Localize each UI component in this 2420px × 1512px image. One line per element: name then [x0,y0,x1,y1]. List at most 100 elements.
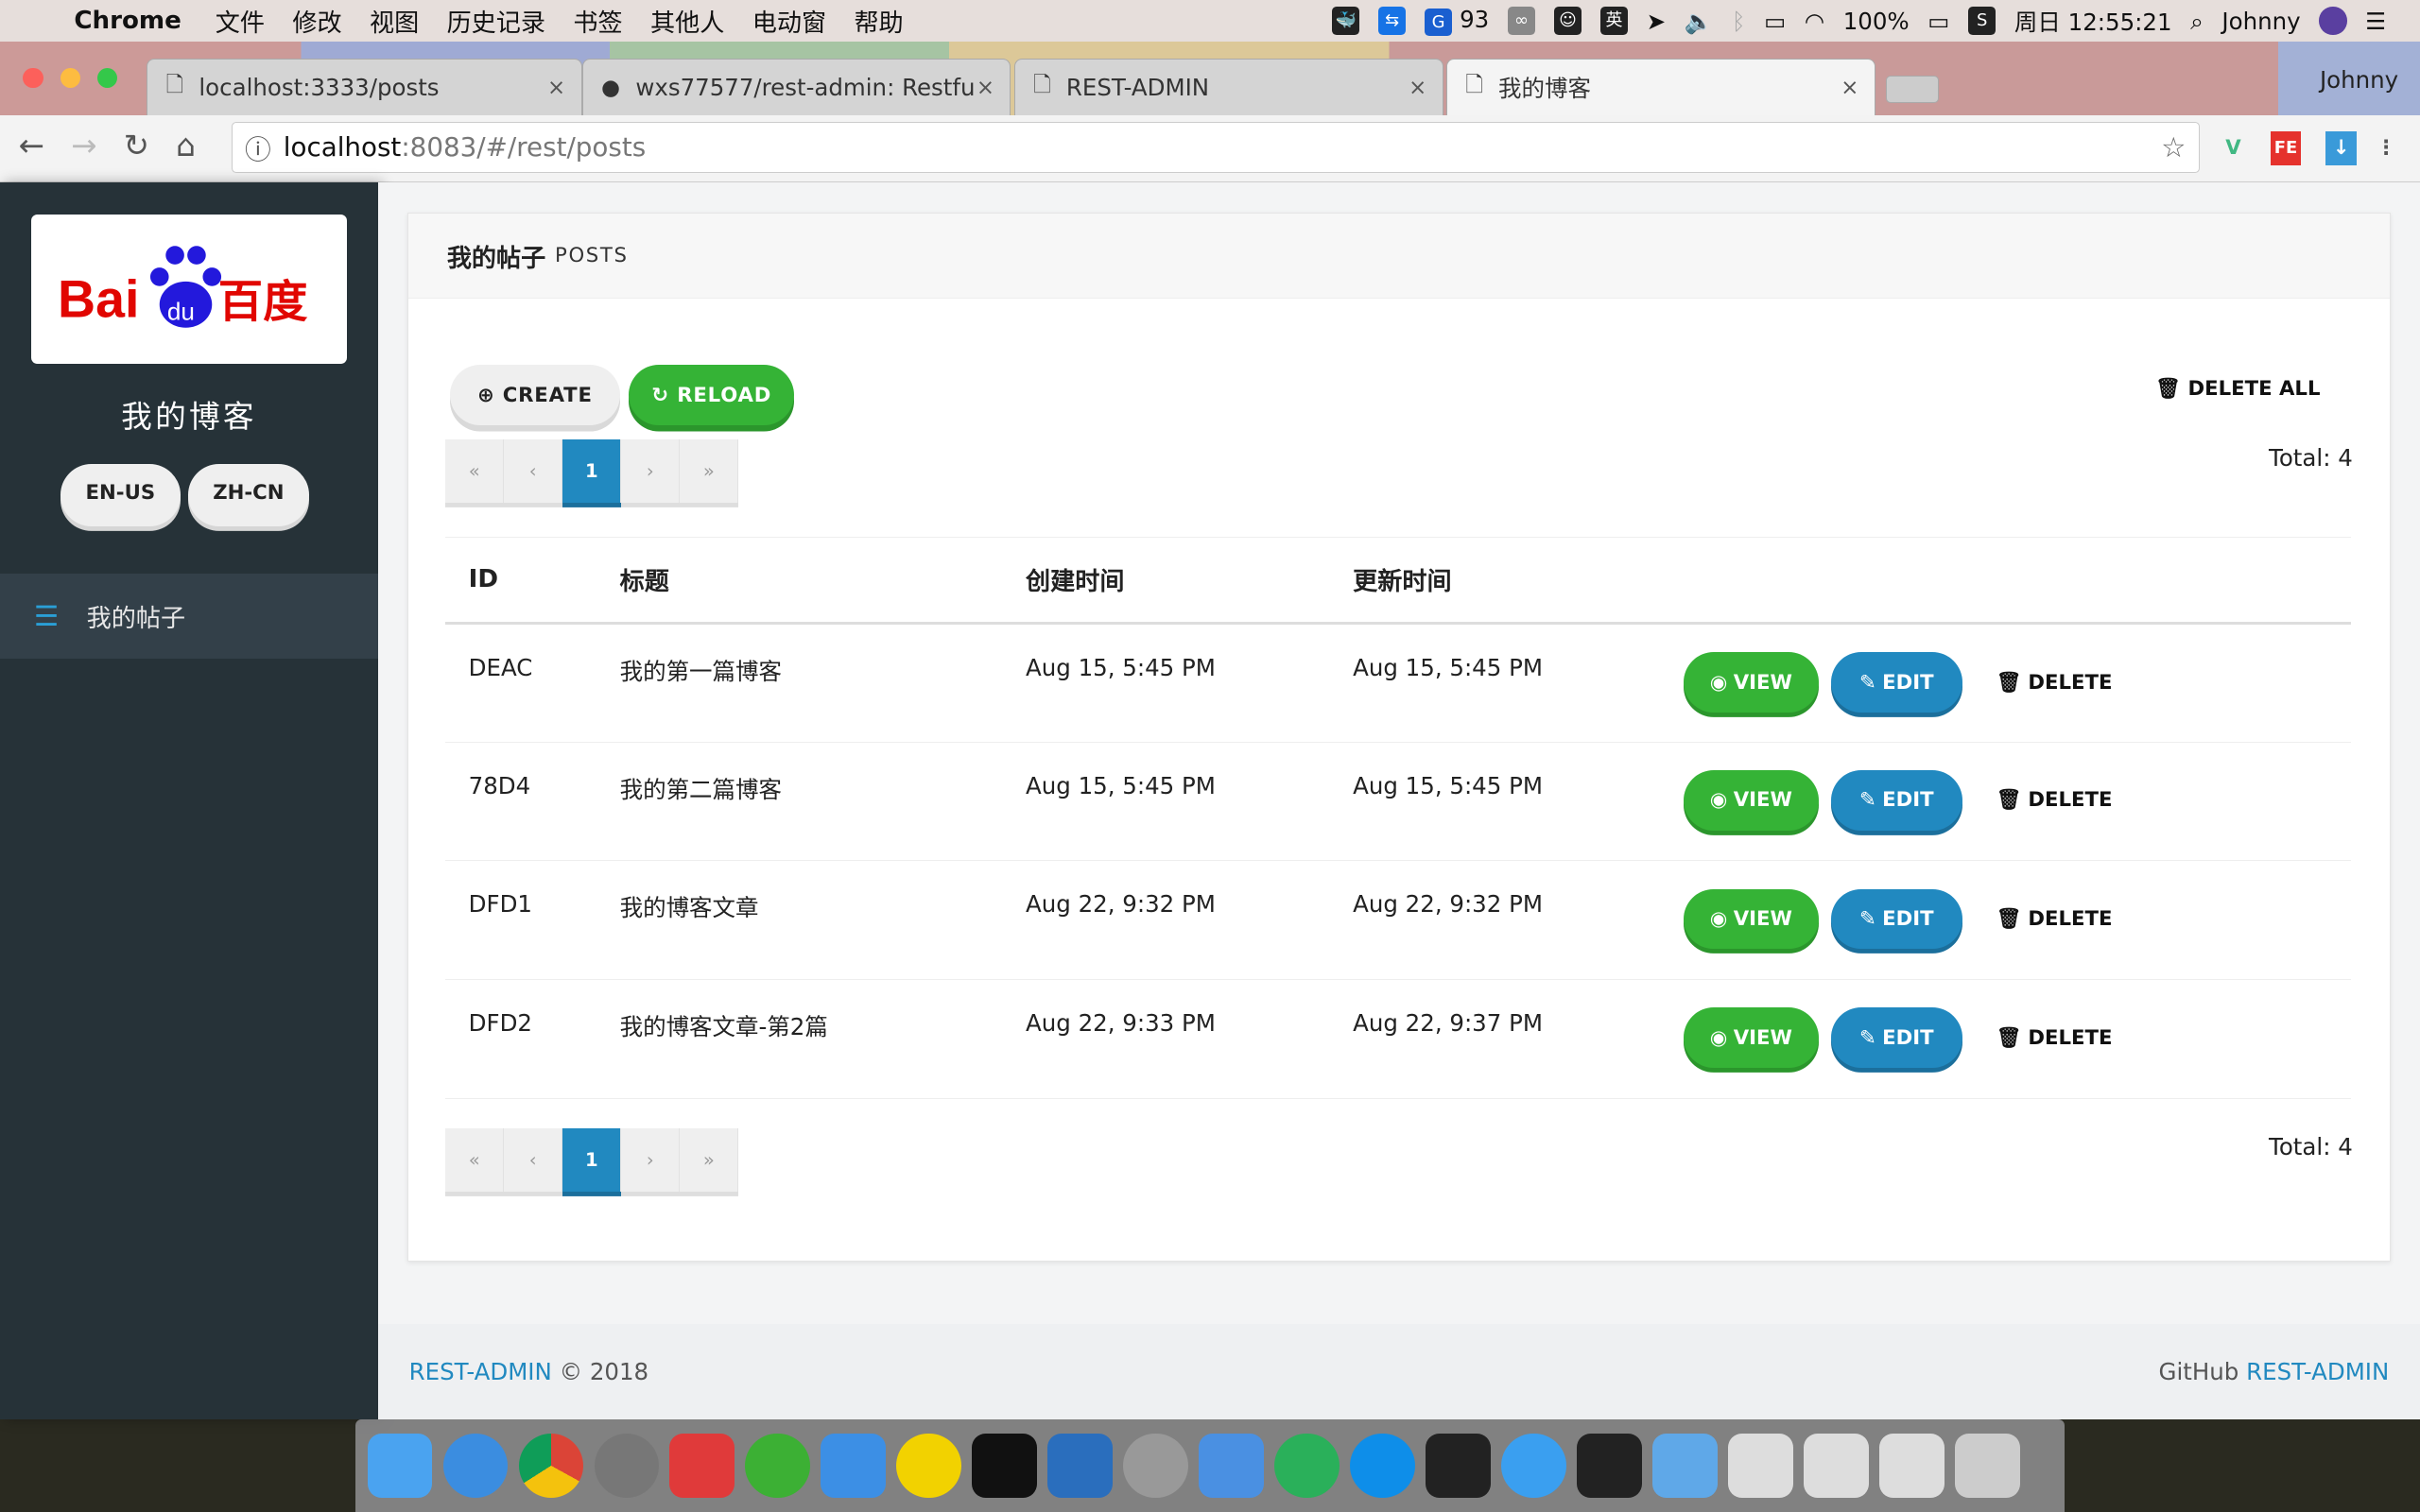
wifi-icon[interactable]: ◠ [1805,8,1824,35]
home-icon[interactable]: ⌂ [176,128,196,163]
edit-button[interactable]: ✎ EDIT [1830,770,1962,831]
view-button[interactable]: ◉ VIEW [1683,888,1820,950]
menu-item[interactable]: 历史记录 [447,3,545,39]
menu-item[interactable]: 电动窗 [752,3,826,39]
profile-button[interactable]: Johnny [2320,66,2398,94]
tab-localhost-posts[interactable]: 🗋 localhost:3333/posts × [147,59,582,116]
music-icon[interactable] [896,1433,961,1499]
view-button[interactable]: ◉ VIEW [1683,1007,1820,1069]
bookmark-star-icon[interactable]: ☆ [2161,131,2186,163]
photo-app-icon[interactable] [1123,1433,1188,1499]
delete-button[interactable]: 🗑 DELETE [1996,770,2113,831]
page-1[interactable]: 1 [562,438,622,503]
notification-center-icon[interactable]: ☰ [2365,8,2386,35]
dingtalk-icon[interactable] [1501,1433,1566,1499]
download-icon[interactable]: ↓ [2325,130,2358,165]
emoji-icon[interactable]: ☺ [1553,7,1582,35]
tab-my-blog[interactable]: 🗋 我的博客 × [1445,59,1876,116]
notification-badge[interactable]: G 93 [1424,6,1489,37]
menu-item[interactable]: 帮助 [854,3,903,39]
edit-button[interactable]: ✎ EDIT [1830,888,1962,950]
page-prev[interactable]: ‹ [504,438,563,503]
view-button[interactable]: ◉ VIEW [1683,770,1820,831]
column-header-title[interactable]: 标题 [596,536,1003,625]
folder-icon[interactable] [1652,1433,1718,1499]
wechat-icon[interactable] [745,1433,811,1499]
page-1[interactable]: 1 [562,1128,622,1193]
activity-monitor-icon[interactable] [1426,1433,1491,1499]
delete-button[interactable]: 🗑 DELETE [1996,1007,2113,1068]
address-bar[interactable]: ⓘ localhost:8083/#/rest/posts ☆ [231,121,2200,173]
close-tab-icon[interactable]: × [1409,76,1426,100]
page-first[interactable]: « [445,1128,505,1193]
page-last[interactable]: » [680,438,739,503]
maximize-window-button[interactable] [96,67,118,89]
siri-icon[interactable] [2319,7,2347,35]
teamviewer-icon[interactable]: ⇆ [1377,7,1407,35]
window-thumbnail[interactable] [1804,1433,1869,1499]
page-first[interactable]: « [445,438,505,503]
page-next[interactable]: › [621,438,681,503]
docker-icon[interactable]: 🐳 [1332,7,1360,35]
close-tab-icon[interactable]: × [1841,76,1858,100]
menu-app-name[interactable]: Chrome [74,7,181,35]
sidebar-item-posts[interactable]: ☰ 我的帖子 [0,574,378,660]
close-window-button[interactable] [23,67,43,89]
vscode-icon[interactable] [1047,1433,1113,1499]
menu-item[interactable]: 文件 [216,3,265,39]
footer-github-link[interactable]: REST-ADMIN [2246,1358,2389,1385]
app-store-icon[interactable] [1199,1433,1264,1499]
bluetooth-icon[interactable]: ᛒ [1732,8,1746,35]
vue-devtools-icon[interactable]: V [2218,131,2249,165]
reload-button[interactable]: ↻ RELOAD [629,365,795,425]
new-tab-button[interactable] [1886,75,1939,104]
menu-icon[interactable]: ⋮ [2371,131,2402,165]
footer-brand-link[interactable]: REST-ADMIN [409,1358,552,1385]
menu-item[interactable]: 修改 [292,3,341,39]
window-thumbnail[interactable] [1728,1433,1793,1499]
input-method-icon[interactable]: 英 [1599,7,1629,35]
forward-button[interactable]: → [71,128,96,163]
safari-icon[interactable] [442,1433,509,1499]
terminal-icon[interactable] [972,1433,1037,1499]
volume-icon[interactable]: 🔈 [1685,8,1713,35]
send-icon[interactable]: ➤ [1647,8,1667,35]
edit-button[interactable]: ✎ EDIT [1830,1007,1962,1069]
delete-all-button[interactable]: 🗑 DELETE ALL [2155,377,2320,401]
battery-icon[interactable]: ▭ [1927,8,1949,35]
window-thumbnail[interactable] [1879,1433,1945,1499]
delete-button[interactable]: 🗑 DELETE [1996,889,2113,950]
column-header-id[interactable]: ID [445,536,597,625]
reload-icon[interactable]: ↻ [124,128,149,163]
trash-icon[interactable] [1955,1433,2020,1499]
airplay-icon[interactable]: ▭ [1764,8,1786,35]
lang-zh-cn-button[interactable]: ZH-CN [188,464,309,526]
battery-text[interactable]: 100% [1843,8,1910,35]
xcode-icon[interactable] [821,1433,887,1499]
page-last[interactable]: » [680,1128,739,1193]
clock[interactable]: 周日 12:55:21 [2014,5,2172,38]
close-tab-icon[interactable]: × [547,76,565,100]
menu-item[interactable]: 视图 [370,3,419,39]
create-button[interactable]: ⊕ CREATE [450,365,620,425]
teamviewer-dock-icon[interactable] [1350,1433,1415,1499]
menu-item[interactable]: 书签 [573,3,622,39]
delete-button[interactable]: 🗑 DELETE [1996,652,2113,713]
info-icon[interactable]: ⓘ [245,129,271,166]
menu-item[interactable]: 其他人 [650,3,724,39]
column-header-updated[interactable]: 更新时间 [1329,536,1661,625]
git-app-icon[interactable] [669,1433,735,1499]
spotlight-icon[interactable]: ⌕ [2190,8,2204,35]
tab-github[interactable]: ● wxs77577/rest-admin: Restful × [581,59,1011,116]
column-header-created[interactable]: 创建时间 [1002,536,1330,625]
code-editor-icon[interactable] [1577,1433,1642,1499]
view-button[interactable]: ◉ VIEW [1683,652,1820,713]
system-preferences-icon[interactable] [594,1433,660,1499]
creative-cloud-icon[interactable]: ∞ [1507,7,1536,35]
close-tab-icon[interactable]: × [976,75,995,100]
minimize-window-button[interactable] [60,67,80,89]
baidu-logo[interactable]: Bai du 百度 [30,214,348,365]
user-name[interactable]: Johnny [2221,8,2300,35]
s-app-icon[interactable]: S [1967,7,1996,35]
back-button[interactable]: ← [19,128,44,163]
